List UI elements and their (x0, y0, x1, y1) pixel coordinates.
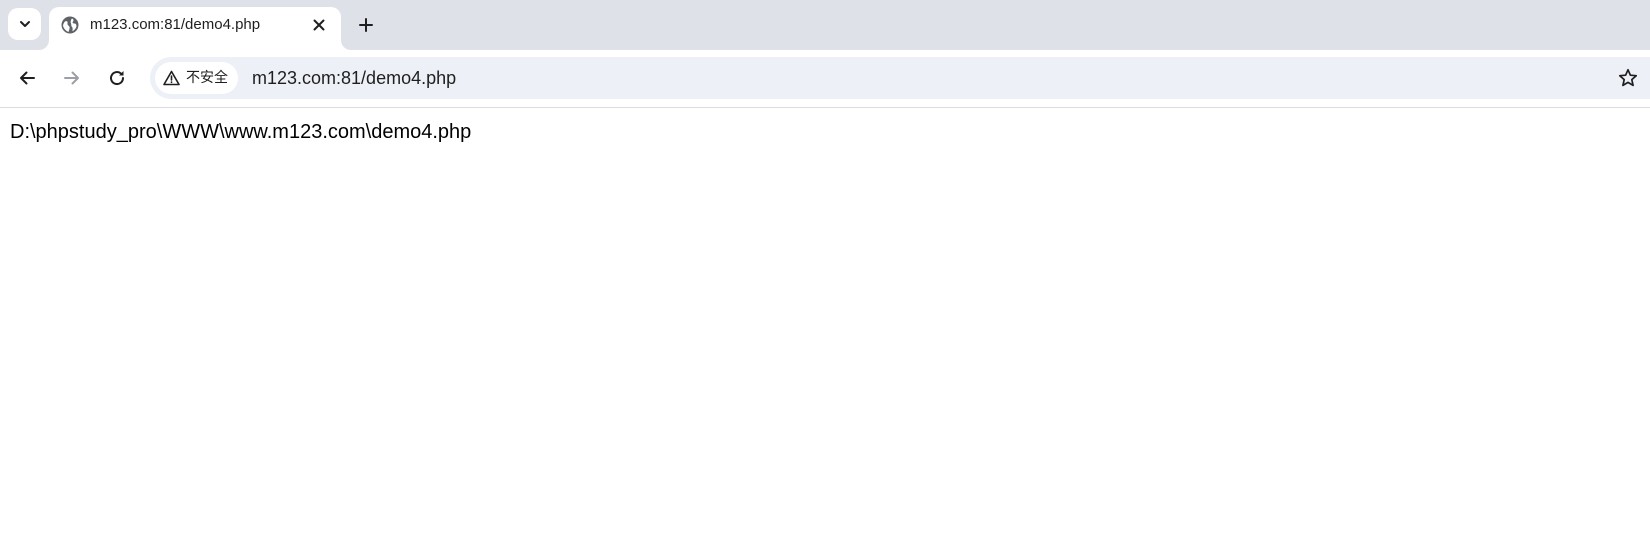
arrow-right-icon (64, 71, 79, 85)
back-button[interactable] (11, 62, 43, 94)
warning-icon (163, 70, 180, 86)
globe-icon (61, 16, 79, 34)
star-icon (1618, 68, 1638, 87)
page-body-text: D:\phpstudy_pro\WWW\www.m123.com\demo4.p… (10, 121, 472, 143)
security-label: 不安全 (186, 70, 228, 86)
tab-title: m123.com:81/demo4.php (90, 16, 261, 33)
forward-button[interactable] (56, 62, 88, 94)
close-icon (313, 19, 325, 31)
tab-close-button[interactable] (307, 13, 331, 37)
active-tab[interactable]: m123.com:81/demo4.php (49, 7, 341, 50)
url-text[interactable]: m123.com:81/demo4.php (252, 68, 456, 88)
security-indicator[interactable]: 不安全 (155, 62, 238, 94)
tab-strip: m123.com:81/demo4.php (0, 0, 1650, 50)
reload-button[interactable] (101, 62, 133, 94)
new-tab-button[interactable] (353, 12, 379, 38)
chevron-down-icon (19, 21, 30, 27)
bookmark-button[interactable] (1613, 63, 1643, 93)
plus-icon (359, 18, 373, 32)
address-bar[interactable]: 不安全 m123.com:81/demo4.php (150, 57, 1650, 99)
tab-search-button[interactable] (8, 8, 41, 40)
reload-icon (110, 71, 125, 86)
arrow-left-icon (20, 71, 35, 85)
toolbar: 不安全 m123.com:81/demo4.php (0, 50, 1650, 108)
